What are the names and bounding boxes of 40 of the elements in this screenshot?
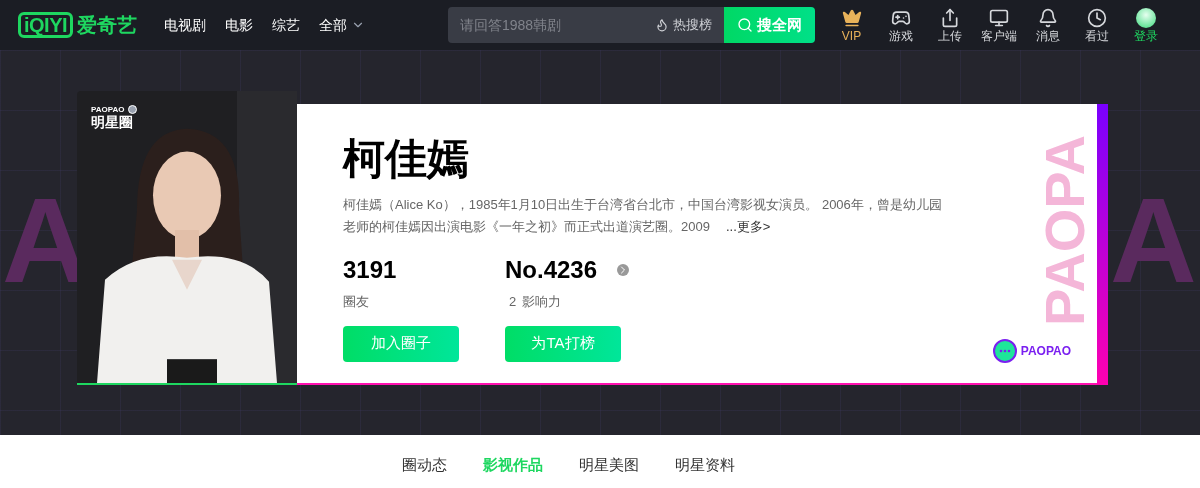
bio-text: 柯佳嫣（Alice Ko），1985年1月10日出生于台湾省台北市，中国台湾影视女演员。 2006年，曾是幼儿园老师的柯佳嫣因出演电影《一年之初》而正式出道演艺圈。2009 ...更多> bbox=[343, 196, 943, 236]
avatar-icon bbox=[1135, 8, 1156, 28]
stat-label: 圈友 bbox=[343, 293, 369, 311]
toolbar-button[interactable]: 客户端 bbox=[974, 8, 1023, 42]
nav-link[interactable]: 电影 bbox=[225, 14, 254, 36]
toolbar-button[interactable]: 消息 bbox=[1023, 8, 1072, 42]
logo[interactable]: iQIYI 爱奇艺 bbox=[18, 10, 138, 40]
toolbar-button[interactable]: VIP bbox=[827, 8, 876, 42]
badge-brand: PAOPAO bbox=[91, 105, 138, 114]
toolbar-button[interactable]: 游戏 bbox=[876, 8, 925, 42]
hot-search-link[interactable]: 热搜榜 bbox=[655, 15, 712, 35]
tab[interactable]: 明星美图 bbox=[579, 454, 639, 487]
stat-rank: 2 bbox=[509, 293, 517, 311]
crown-icon bbox=[841, 8, 862, 28]
stat-value: No.4236 bbox=[505, 258, 598, 282]
tab[interactable]: 圈动态 bbox=[402, 454, 447, 487]
paopao-text: PAOPAO bbox=[1020, 343, 1071, 360]
search-field[interactable]: 请回答1988韩剧 热搜榜 bbox=[448, 7, 724, 43]
watermark-text: PAOPA bbox=[1037, 135, 1093, 326]
nav-link[interactable]: 电视剧 bbox=[164, 14, 207, 36]
gamepad-icon bbox=[890, 8, 911, 28]
toolbar-button[interactable]: 上传 bbox=[925, 8, 974, 42]
chat-bubble-icon bbox=[992, 339, 1017, 363]
nav-link[interactable]: 全部 bbox=[319, 14, 366, 36]
toolbar-button[interactable]: 登录 bbox=[1121, 8, 1170, 42]
info-icon[interactable] bbox=[617, 264, 630, 276]
stat-value: 3191 bbox=[343, 258, 397, 282]
badge-title: 明星圈 bbox=[91, 114, 134, 132]
nav-link[interactable]: 综艺 bbox=[272, 14, 301, 36]
toolbar-button[interactable]: 看过 bbox=[1072, 8, 1121, 42]
clock-icon bbox=[1086, 8, 1107, 28]
logo-mark: iQIYI bbox=[18, 12, 74, 38]
monitor-icon bbox=[988, 8, 1009, 28]
flame-icon bbox=[655, 18, 669, 32]
bell-icon bbox=[1037, 8, 1058, 28]
search-icon bbox=[737, 17, 753, 33]
logo-name: 爱奇艺 bbox=[77, 13, 138, 38]
tab[interactable]: 明星资料 bbox=[675, 454, 735, 487]
stat-label: 影响力 bbox=[522, 293, 562, 311]
more-link[interactable]: ...更多> bbox=[725, 219, 771, 234]
